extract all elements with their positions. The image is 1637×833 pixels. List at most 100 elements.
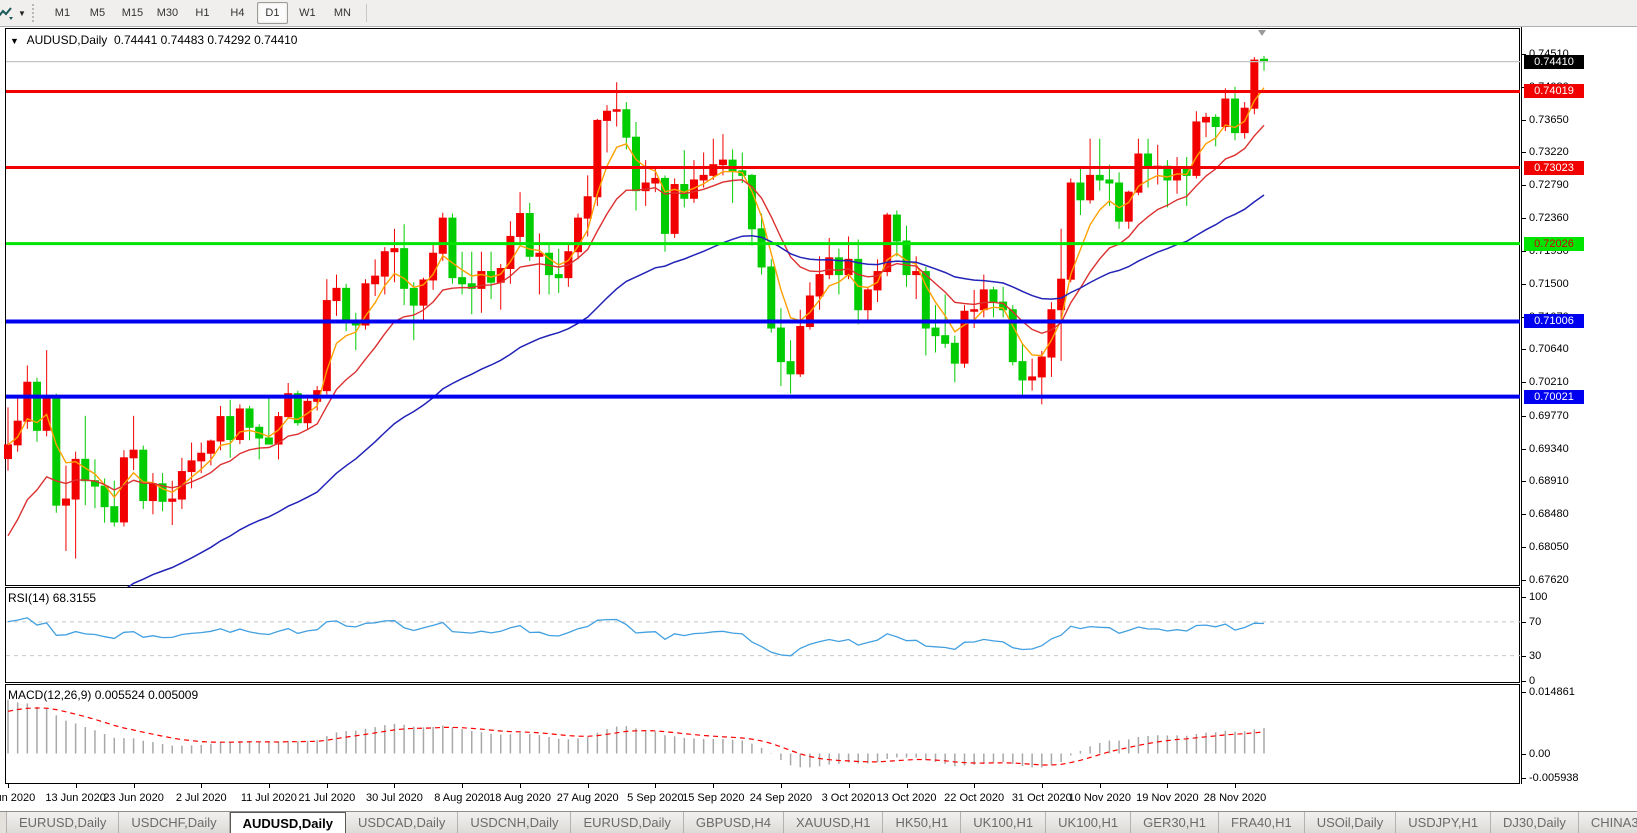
chart-title-ohlc: 0.74441 0.74483 0.74292 0.74410 [113, 33, 298, 47]
chart-tab-usdcad-daily[interactable]: USDCAD,Daily [345, 812, 459, 833]
chart-mode-icon[interactable] [0, 5, 16, 21]
date-axis-label: 23 Jun 2020 [103, 792, 164, 804]
level-price-badge: 0.71006 [1524, 314, 1584, 329]
date-axis-label: 8 Aug 2020 [434, 792, 490, 804]
level-price-badge: 0.74019 [1524, 84, 1584, 99]
macd-pane-border [5, 684, 1520, 784]
date-tick-mark [780, 784, 782, 788]
chart-tab-eurusd-daily[interactable]: EURUSD,Daily [6, 812, 120, 833]
rsi-pane-border [5, 587, 1520, 683]
chart-title-symbol: AUDUSD,Daily [26, 33, 108, 47]
macd-indicator-pane[interactable] [0, 684, 1521, 784]
date-axis-label: 22 Oct 2020 [944, 792, 1005, 804]
price-axis-tick: 0.67620 [1529, 573, 1569, 586]
date-tick-mark [133, 784, 135, 788]
macd-name: MACD(12,26,9) [8, 688, 92, 702]
date-axis-label: 27 Aug 2020 [556, 792, 619, 804]
chart-tab-usdchf-daily[interactable]: USDCHF,Daily [119, 812, 230, 833]
price-axis-tick: 0.68910 [1529, 475, 1569, 488]
chart-tab-eurusd-daily[interactable]: EURUSD,Daily [571, 812, 684, 833]
date-axis-label: 15 Sep 2020 [682, 792, 745, 804]
chart-tab-audusd-daily[interactable]: AUDUSD,Daily [229, 812, 346, 833]
timeframe-button-mn[interactable]: MN [327, 2, 358, 24]
axis-tick-mark [1522, 547, 1526, 549]
date-tick-mark [8, 784, 9, 788]
price-axis-tick: 0.68480 [1529, 508, 1569, 521]
chart-tab-china300-h1[interactable]: CHINA300,H1 [1578, 812, 1637, 833]
chart-tab-usdcnh-daily[interactable]: USDCNH,Daily [458, 812, 572, 833]
date-tick-mark [1235, 784, 1236, 788]
axis-tick-mark [1522, 596, 1526, 598]
price-axis-tick: -0.005938 [1529, 772, 1579, 785]
date-axis-label: 21 Jul 2020 [298, 792, 356, 804]
date-tick-mark [655, 784, 657, 788]
one-click-collapse-caret[interactable]: ▼ [10, 36, 19, 46]
chart-tab-uk100-h1[interactable]: UK100,H1 [961, 812, 1047, 833]
chart-tab-gbpusd-h4[interactable]: GBPUSD,H4 [683, 812, 785, 833]
date-axis[interactable]: 4 Jun 2020 13 Jun 202023 Jun 2020 2 Jul 20… [0, 784, 1521, 811]
date-axis-label: 4 Jun 2020 [0, 792, 36, 804]
rsi-value: 68.3155 [52, 591, 97, 605]
timeframe-button-m1[interactable]: M1 [47, 2, 78, 24]
chart-tab-ger30-h1[interactable]: GER30,H1 [1131, 812, 1220, 833]
chart-tab-xauusd-h1[interactable]: XAUUSD,H1 [784, 812, 884, 833]
level-price-badge: 0.72026 [1524, 236, 1584, 251]
axis-tick-mark [1522, 514, 1526, 516]
axis-tick-mark [1522, 778, 1526, 780]
axis-tick-mark [1522, 415, 1526, 417]
toolbar-separator [365, 4, 367, 22]
chart-tab-usoil-daily[interactable]: USOil,Daily [1304, 812, 1397, 833]
date-tick-mark [520, 784, 522, 788]
date-axis-label: 30 Jul 2020 [366, 792, 423, 804]
axis-tick-mark [1522, 621, 1526, 623]
date-tick-mark [1167, 784, 1169, 788]
main-pane-border [5, 28, 1520, 586]
chart-tab-dj30-daily[interactable]: DJ30,Daily [1491, 812, 1579, 833]
price-chart-pane[interactable] [0, 27, 1521, 587]
date-axis-label: 10 Nov 2020 [1068, 792, 1131, 804]
chart-mode-dropdown-caret[interactable]: ▼ [18, 9, 26, 18]
chart-tab-uk100-h1[interactable]: UK100,H1 [1046, 812, 1132, 833]
price-axis-tick: 0.73220 [1529, 146, 1569, 159]
chart-title: ▼ AUDUSD,Daily 0.74441 0.74483 0.74292 0… [10, 33, 297, 47]
date-axis-label: 13 Oct 2020 [876, 792, 937, 804]
date-tick-mark [587, 784, 589, 788]
date-axis-label: 13 Jun 2020 [45, 792, 106, 804]
date-axis-label: 18 Aug 2020 [489, 792, 551, 804]
date-tick-mark [326, 784, 328, 788]
level-price-badge: 0.70021 [1524, 389, 1584, 404]
axis-tick-mark [1522, 283, 1526, 285]
date-tick-mark [268, 784, 270, 788]
timeframe-button-m5[interactable]: M5 [82, 2, 113, 24]
price-axis-tick: 0.72790 [1529, 179, 1569, 192]
toolbar-grip[interactable] [31, 4, 39, 22]
price-axis-tick: 100 [1529, 590, 1548, 603]
date-axis-label: 28 Nov 2020 [1203, 792, 1267, 804]
date-tick-mark [394, 784, 396, 788]
axis-tick-mark [1522, 250, 1526, 252]
price-axis-tick: 0.70210 [1529, 376, 1569, 389]
chart-tab-hk50-h1[interactable]: HK50,H1 [883, 812, 962, 833]
axis-tick-mark [1522, 579, 1526, 581]
chart-tab-fra40-h1[interactable]: FRA40,H1 [1219, 812, 1305, 833]
timeframe-button-m15[interactable]: M15 [117, 2, 148, 24]
price-axis-tick: 0.72360 [1529, 212, 1569, 225]
top-toolbar: ▼ M1 M5 M15 M30 H1 H4 D1 W1 MN [0, 0, 1637, 27]
chart-tab-usdjpy-h1[interactable]: USDJPY,H1 [1396, 812, 1492, 833]
timeframe-button-w1[interactable]: W1 [292, 2, 323, 24]
axis-tick-mark [1522, 481, 1526, 483]
level-price-badge: 0.73023 [1524, 160, 1584, 175]
timeframe-button-h4[interactable]: H4 [222, 2, 253, 24]
date-tick-mark [974, 784, 976, 788]
date-axis-label: 19 Nov 2020 [1136, 792, 1199, 804]
timeframe-button-m30[interactable]: M30 [152, 2, 183, 24]
timeframe-button-h1[interactable]: H1 [187, 2, 218, 24]
axis-tick-mark [1522, 655, 1526, 657]
price-axis[interactable]: 0.745100.740800.736500.732200.727900.723… [1521, 27, 1637, 784]
timeframe-button-d1[interactable]: D1 [256, 2, 288, 24]
axis-tick-mark [1522, 753, 1526, 755]
date-tick-mark [75, 784, 77, 788]
macd-label: MACD(12,26,9) 0.005524 0.005009 [8, 688, 198, 702]
price-axis-tick: 0.69340 [1529, 442, 1569, 455]
rsi-indicator-pane[interactable] [0, 587, 1521, 684]
